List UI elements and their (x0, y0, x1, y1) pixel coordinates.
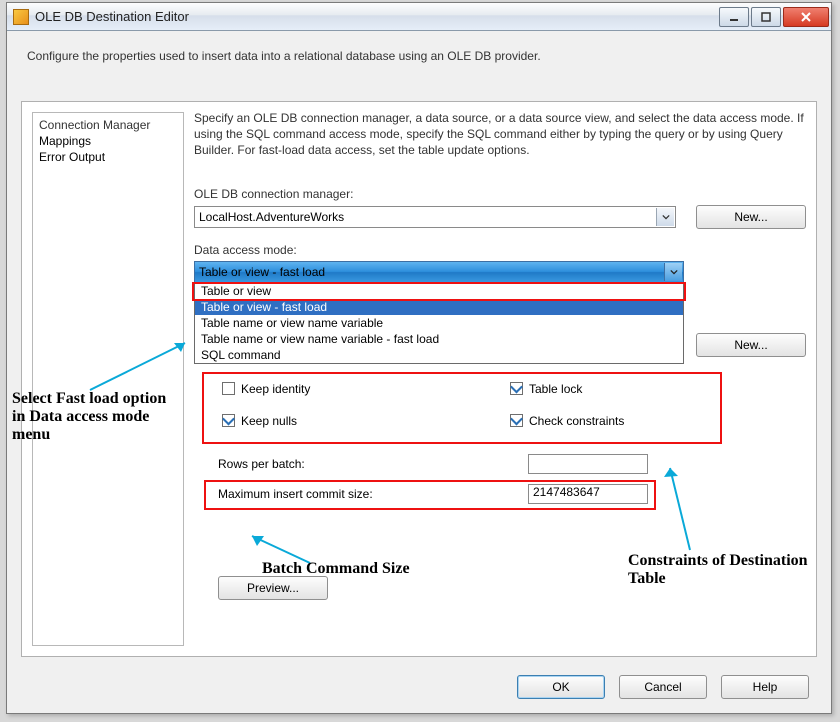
checkbox-icon (510, 382, 523, 395)
check-constraints-checkbox[interactable]: Check constraints (510, 414, 798, 428)
arrow-constraints (660, 460, 710, 555)
option-table-or-view[interactable]: Table or view (195, 283, 683, 299)
titlebar[interactable]: OLE DB Destination Editor (7, 3, 831, 31)
chevron-down-icon (664, 263, 682, 281)
data-access-mode-listbox[interactable]: Table or view Table or view - fast load … (194, 282, 684, 364)
max-commit-size-label: Maximum insert commit size: (218, 487, 373, 501)
new-connection-button[interactable]: New... (696, 205, 806, 229)
checkbox-icon (510, 414, 523, 427)
keep-identity-label: Keep identity (241, 382, 310, 396)
maximize-button[interactable] (751, 7, 781, 27)
app-icon (13, 9, 29, 25)
chevron-down-icon (656, 208, 674, 226)
data-access-mode-dropdown[interactable]: Table or view - fast load (194, 261, 684, 283)
close-icon (800, 11, 812, 23)
maximize-icon (761, 12, 771, 22)
checkbox-icon (222, 414, 235, 427)
option-table-variable[interactable]: Table name or view name variable (195, 315, 683, 331)
annotation-constraints: Constraints of Destination Table (628, 552, 808, 588)
max-commit-size-input[interactable]: 2147483647 (528, 484, 648, 504)
minimize-icon (729, 12, 739, 22)
conn-manager-label: OLE DB connection manager: (194, 187, 806, 201)
data-access-mode-label: Data access mode: (194, 243, 806, 257)
arrow-fast-load (60, 335, 200, 395)
fastload-options: Keep identity Table lock Keep nulls (194, 374, 806, 440)
preview-button[interactable]: Preview... (218, 576, 328, 600)
table-lock-checkbox[interactable]: Table lock (510, 382, 798, 396)
sidebar-item-connection-manager[interactable]: Connection Manager (39, 117, 177, 133)
checkbox-icon (222, 382, 235, 395)
window-title: OLE DB Destination Editor (35, 9, 717, 24)
minimize-button[interactable] (719, 7, 749, 27)
help-button[interactable]: Help (721, 675, 809, 699)
close-button[interactable] (783, 7, 829, 27)
rows-per-batch-input[interactable] (528, 454, 648, 474)
conn-manager-value: LocalHost.AdventureWorks (199, 210, 344, 224)
annotation-batch-size: Batch Command Size (262, 560, 410, 578)
cancel-button[interactable]: Cancel (619, 675, 707, 699)
sidebar-item-mappings[interactable]: Mappings (39, 133, 177, 149)
keep-nulls-label: Keep nulls (241, 414, 297, 428)
option-table-variable-fast-load[interactable]: Table name or view name variable - fast … (195, 331, 683, 347)
dialog-description: Configure the properties used to insert … (27, 49, 811, 63)
option-table-or-view-fast-load[interactable]: Table or view - fast load (195, 299, 683, 315)
annotation-fast-load: Select Fast load option in Data access m… (12, 390, 172, 444)
rows-per-batch-label: Rows per batch: (218, 457, 305, 471)
data-access-mode-value: Table or view - fast load (199, 265, 325, 279)
ok-button[interactable]: OK (517, 675, 605, 699)
keep-nulls-checkbox[interactable]: Keep nulls (222, 414, 510, 428)
new-table-button[interactable]: New... (696, 333, 806, 357)
footer: OK Cancel Help (517, 675, 809, 699)
keep-identity-checkbox[interactable]: Keep identity (222, 382, 510, 396)
option-sql-command[interactable]: SQL command (195, 347, 683, 363)
conn-manager-dropdown[interactable]: LocalHost.AdventureWorks (194, 206, 676, 228)
check-constraints-label: Check constraints (529, 414, 624, 428)
table-lock-label: Table lock (529, 382, 582, 396)
sidebar-item-error-output[interactable]: Error Output (39, 149, 177, 165)
panel-description: Specify an OLE DB connection manager, a … (194, 110, 806, 159)
